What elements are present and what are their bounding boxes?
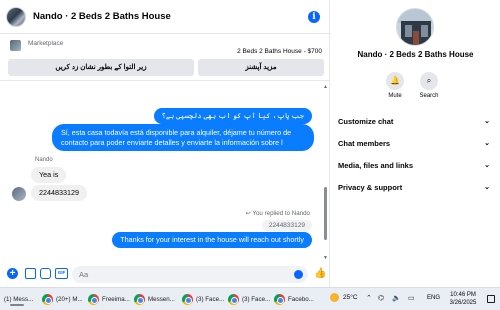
avatar-door bbox=[413, 31, 419, 45]
taskbar-active-indicator bbox=[10, 304, 24, 306]
chrome-icon bbox=[228, 294, 239, 305]
taskbar-item-label: (3) Face... bbox=[242, 296, 271, 303]
taskbar-item[interactable]: (3) Face... bbox=[228, 292, 270, 307]
avatar-window bbox=[421, 25, 428, 37]
conversation-name: Nando · 2 Beds 2 Baths House bbox=[357, 50, 474, 59]
listing-title[interactable]: 2 Beds 2 Baths House - $700 bbox=[237, 48, 322, 55]
outgoing-message[interactable]: Thanks for your interest in the house wi… bbox=[112, 232, 312, 248]
chrome-icon bbox=[274, 294, 285, 305]
notification-icon[interactable] bbox=[487, 295, 495, 303]
taskbar-item[interactable]: (3) Face... bbox=[182, 292, 224, 307]
marketplace-bar: Marketplace 2 Beds 2 Baths House - $700 … bbox=[0, 35, 330, 81]
like-icon[interactable]: 👍 bbox=[314, 268, 326, 279]
speaker-icon[interactable]: 🔈 bbox=[392, 294, 401, 302]
chrome-icon bbox=[134, 294, 145, 305]
chevron-up-icon[interactable]: ⌃ bbox=[366, 294, 372, 302]
bell-icon[interactable]: 🔔 bbox=[386, 72, 404, 90]
menu-customize-chat[interactable]: Customize chat ⌄ bbox=[338, 110, 490, 132]
search-icon[interactable]: ⌕ bbox=[420, 72, 438, 90]
taskbar-item-label: (3) Face... bbox=[196, 296, 225, 303]
battery-icon[interactable]: ▭ bbox=[408, 294, 415, 302]
menu-label: Privacy & support bbox=[338, 182, 403, 192]
taskbar-item-label: Facebo... bbox=[288, 296, 314, 303]
mark-pending-button[interactable]: زیر التوا کے بطور نشان زد کریں bbox=[8, 59, 194, 76]
chevron-down-icon: ⌄ bbox=[484, 162, 490, 169]
outgoing-message[interactable]: Sí, esta casa todavía está disponible pa… bbox=[52, 124, 314, 151]
avatar[interactable] bbox=[6, 6, 26, 27]
marketplace-label: Marketplace bbox=[28, 40, 64, 47]
taskbar-item[interactable]: Facebo... bbox=[274, 292, 314, 307]
weather-widget[interactable]: 25°C bbox=[330, 293, 358, 302]
reply-indicator: ↩ You replied to Nando bbox=[245, 210, 310, 217]
network-icon[interactable]: ⌬ bbox=[378, 294, 384, 302]
avatar[interactable] bbox=[396, 8, 434, 46]
listing-thumbnail bbox=[10, 40, 21, 51]
sender-name: Nando bbox=[35, 157, 53, 163]
message-input[interactable] bbox=[72, 266, 308, 283]
scrollbar-thumb[interactable] bbox=[324, 187, 327, 240]
clock-time: 10:46 PM bbox=[450, 292, 476, 298]
more-options-button[interactable]: مزید آپشنز bbox=[198, 59, 324, 76]
scroll-up-icon[interactable]: ▲ bbox=[323, 84, 328, 90]
taskbar: (1) Mess... (20+) M... Freeima... Messen… bbox=[0, 287, 500, 310]
taskbar-item-label: (1) Mess... bbox=[4, 296, 34, 303]
quoted-message[interactable]: 2244833129 bbox=[261, 220, 312, 231]
chevron-down-icon: ⌄ bbox=[484, 184, 490, 191]
chat-header: Nando · 2 Beds 2 Baths House i bbox=[0, 0, 330, 34]
scroll-down-icon[interactable]: ▼ bbox=[323, 255, 328, 261]
chrome-icon bbox=[88, 294, 99, 305]
taskbar-item[interactable]: Freeima... bbox=[88, 292, 130, 307]
temperature: 25°C bbox=[343, 294, 358, 301]
avatar[interactable] bbox=[12, 187, 26, 201]
sticker-icon[interactable] bbox=[40, 268, 51, 279]
chat-title[interactable]: Nando · 2 Beds 2 Baths House bbox=[33, 11, 171, 22]
reply-indicator-label: You replied to Nando bbox=[252, 210, 310, 217]
image-icon[interactable] bbox=[25, 268, 36, 279]
taskbar-item[interactable]: Messen... bbox=[134, 292, 175, 307]
info-panel: Nando · 2 Beds 2 Baths House 🔔 Mute ⌕ Se… bbox=[331, 0, 500, 287]
chat-panel: Nando · 2 Beds 2 Baths House i Marketpla… bbox=[0, 0, 330, 287]
gif-icon[interactable]: GIF bbox=[55, 268, 68, 279]
menu-chat-members[interactable]: Chat members ⌄ bbox=[338, 132, 490, 154]
sun-icon bbox=[330, 293, 339, 302]
message-list: جب پاپ، کیا آپ کو اب بھی دلچسپی ہے؟ Sí, … bbox=[0, 82, 322, 262]
chevron-down-icon: ⌄ bbox=[484, 140, 490, 147]
menu-label: Media, files and links bbox=[338, 160, 414, 170]
composer: + GIF 👍 bbox=[0, 262, 330, 287]
clock[interactable]: 10:46 PM 3/26/2025 bbox=[444, 291, 482, 307]
info-icon[interactable]: i bbox=[308, 11, 320, 23]
incoming-message[interactable]: 2244833129 bbox=[31, 185, 87, 201]
taskbar-item-label: (20+) M... bbox=[56, 296, 83, 303]
chrome-icon bbox=[182, 294, 193, 305]
clock-date: 3/26/2025 bbox=[449, 300, 477, 306]
taskbar-item-label: Freeima... bbox=[102, 296, 130, 303]
chrome-icon bbox=[42, 294, 53, 305]
taskbar-item[interactable]: (1) Mess... bbox=[4, 292, 33, 307]
search-label: Search bbox=[419, 93, 439, 99]
menu-label: Customize chat bbox=[338, 116, 394, 126]
avatar-window bbox=[405, 25, 412, 37]
emoji-icon[interactable] bbox=[294, 270, 303, 279]
taskbar-item-label: Messen... bbox=[148, 296, 175, 303]
menu-label: Chat members bbox=[338, 138, 391, 148]
incoming-message[interactable]: Yea is bbox=[31, 167, 67, 183]
taskbar-item[interactable]: (20+) M... bbox=[42, 292, 83, 307]
menu-media-files-links[interactable]: Media, files and links ⌄ bbox=[338, 154, 490, 176]
outgoing-message[interactable]: جب پاپ، کیا آپ کو اب بھی دلچسپی ہے؟ bbox=[153, 108, 312, 124]
menu-privacy-support[interactable]: Privacy & support ⌄ bbox=[338, 176, 490, 198]
plus-icon[interactable]: + bbox=[7, 268, 18, 279]
chevron-down-icon: ⌄ bbox=[484, 118, 490, 125]
mute-label: Mute bbox=[388, 93, 402, 99]
language-indicator[interactable]: ENG bbox=[427, 295, 440, 301]
